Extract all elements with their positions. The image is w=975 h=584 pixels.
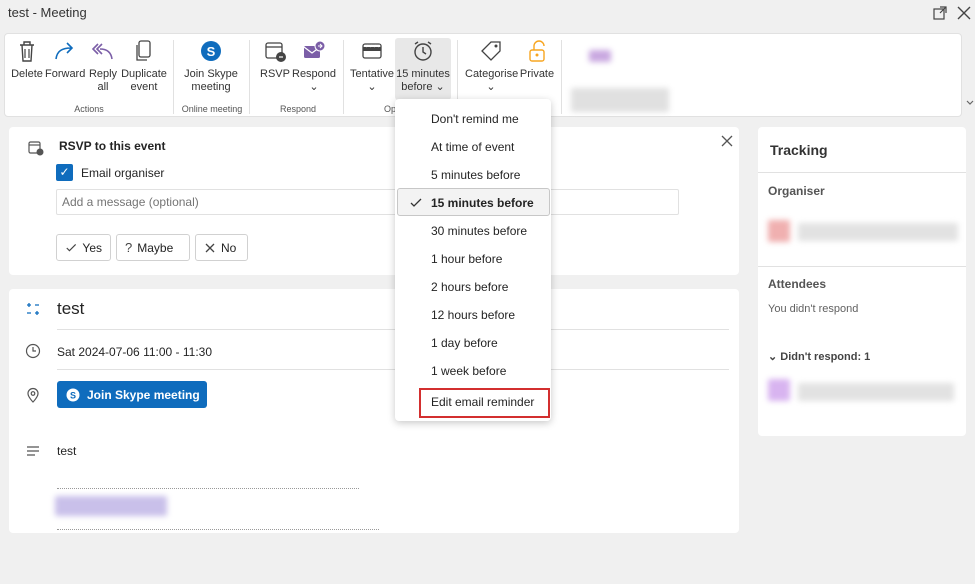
menu-item-12-hours[interactable]: 12 hours before — [395, 301, 551, 329]
chevron-down-icon: ⌄ — [309, 81, 319, 93]
rsvp-button[interactable]: RSVP — [259, 38, 291, 81]
menu-item-at-time[interactable]: At time of event — [395, 133, 551, 161]
email-organiser-checkbox[interactable]: ✓ — [56, 164, 73, 181]
attendee-avatar — [768, 379, 790, 401]
tracking-panel: Tracking Organiser Attendees You didn't … — [758, 127, 966, 436]
divider — [57, 529, 379, 530]
tag-icon — [481, 41, 501, 61]
chevron-down-icon: ⌄ — [486, 81, 496, 93]
chevron-down-icon: ⌄ — [768, 351, 778, 363]
actions-group-label: Actions — [74, 104, 104, 114]
close-window-icon[interactable] — [955, 4, 973, 22]
rsvp-message-input[interactable] — [56, 189, 679, 215]
highlight-box — [419, 388, 550, 418]
ribbon-expand-icon[interactable] — [965, 98, 975, 108]
yes-button[interactable]: Yes — [56, 234, 111, 261]
attendee-name — [798, 383, 954, 401]
menu-item-1-hour[interactable]: 1 hour before — [395, 245, 551, 273]
calendar-rsvp-icon — [265, 42, 286, 62]
private-button[interactable]: Private — [518, 38, 556, 81]
separator — [249, 40, 250, 114]
divider — [758, 172, 966, 173]
skype-icon: S — [201, 41, 221, 61]
menu-item-30-minutes[interactable]: 30 minutes before — [395, 217, 551, 245]
maybe-button[interactable]: ? Maybe — [116, 234, 190, 261]
question-icon: ? — [125, 240, 133, 255]
organiser-name — [798, 223, 958, 241]
popout-icon[interactable] — [931, 4, 949, 22]
window-title: test - Meeting — [8, 5, 87, 20]
svg-text:S: S — [207, 44, 216, 59]
respond-button[interactable]: Respond ⌄ — [292, 38, 336, 94]
title-bar: test - Meeting — [0, 0, 975, 30]
duplicate-event-button[interactable]: Duplicate event — [120, 38, 168, 94]
skype-icon: S — [66, 388, 80, 401]
svg-text:S: S — [70, 390, 76, 400]
event-datetime: Sat 2024-07-06 11:00 - 11:30 — [57, 345, 213, 359]
menu-item-15-minutes[interactable]: 15 minutes before — [397, 188, 550, 216]
reminder-dropdown-menu: Don't remind me At time of event 5 minut… — [395, 99, 551, 421]
respond-envelope-icon — [303, 40, 326, 58]
location-pin-icon — [27, 387, 39, 403]
organiser-avatar — [768, 220, 790, 242]
alarm-clock-icon — [414, 41, 432, 61]
didnt-respond-toggle[interactable]: ⌄ Didn't respond: 1 — [768, 350, 870, 363]
notes-lines-icon — [27, 446, 39, 456]
menu-item-dont-remind[interactable]: Don't remind me — [395, 105, 551, 133]
rsvp-card: RSVP to this event ✓ Email organiser Yes… — [9, 127, 739, 275]
divider — [57, 369, 729, 370]
checkmark-icon — [66, 243, 77, 251]
organiser-label: Organiser — [768, 184, 825, 198]
attendees-label: Attendees — [768, 277, 827, 291]
reply-all-button[interactable]: Reply all — [85, 38, 121, 94]
tracking-title: Tracking — [770, 142, 828, 158]
menu-item-2-hours[interactable]: 2 hours before — [395, 273, 551, 301]
redacted-content — [55, 496, 167, 516]
categorise-button[interactable]: Categorise ⌄ — [465, 38, 518, 94]
event-title-icon — [27, 303, 39, 315]
separator — [173, 40, 174, 114]
separator — [343, 40, 344, 114]
tentative-calendar-icon — [362, 43, 382, 59]
no-button[interactable]: No — [195, 234, 248, 261]
trash-icon — [20, 41, 34, 62]
redacted-content — [589, 50, 611, 62]
cross-icon — [205, 243, 215, 252]
menu-item-1-day[interactable]: 1 day before — [395, 329, 551, 357]
divider — [758, 266, 966, 267]
forward-button[interactable]: Forward — [45, 38, 85, 81]
email-organiser-label: Email organiser — [81, 166, 165, 180]
respond-group-label: Respond — [279, 104, 317, 114]
reply-all-icon — [91, 43, 113, 60]
close-icon[interactable] — [720, 134, 734, 148]
event-body-text: test — [57, 444, 77, 458]
divider — [57, 329, 729, 330]
separator — [561, 40, 562, 114]
reminder-button[interactable]: 15 minutes before ⌄ — [395, 38, 451, 100]
online-meeting-group-label: Online meeting — [181, 104, 243, 114]
duplicate-icon — [136, 40, 151, 61]
join-skype-meeting-button[interactable]: S Join Skype meeting — [57, 381, 207, 408]
tentative-button[interactable]: Tentative ⌄ — [350, 38, 394, 94]
event-title: test — [57, 299, 85, 318]
menu-item-5-minutes[interactable]: 5 minutes before — [395, 161, 551, 189]
lock-icon — [529, 40, 545, 62]
clock-icon — [25, 343, 41, 359]
join-skype-ribbon-button[interactable]: S Join Skype meeting — [181, 38, 241, 94]
divider — [57, 488, 359, 489]
checkmark-icon — [410, 198, 422, 207]
forward-arrow-icon — [55, 42, 74, 60]
menu-item-1-week[interactable]: 1 week before — [395, 357, 551, 385]
chevron-down-icon: ⌄ — [367, 81, 377, 93]
chevron-down-icon: ⌄ — [435, 81, 445, 93]
calendar-rsvp-icon — [28, 141, 44, 156]
redacted-content — [571, 88, 669, 112]
event-details-card: test Sat 2024-07-06 11:00 - 11:30 S Join… — [9, 289, 739, 533]
response-status: You didn't respond — [768, 303, 859, 315]
rsvp-title: RSVP to this event — [59, 139, 166, 153]
delete-button[interactable]: Delete — [9, 38, 45, 81]
